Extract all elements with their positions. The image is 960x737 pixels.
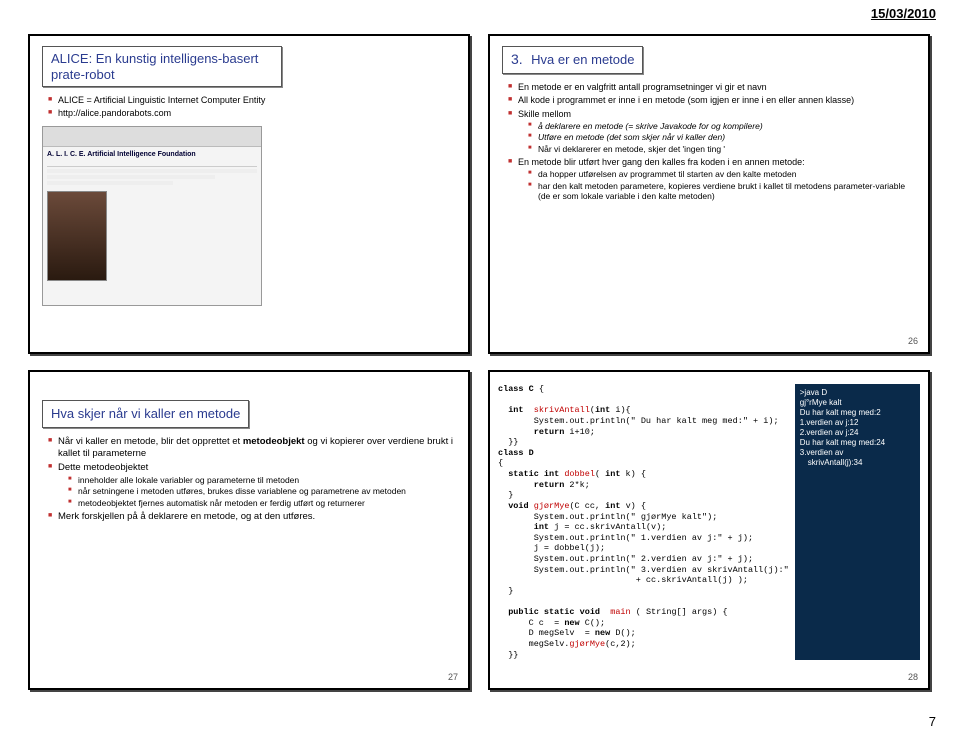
slide-title: Hva er en metode (531, 52, 634, 67)
out-line: gj°rMye kalt (800, 398, 915, 408)
bullet: All kode i programmet er inne i en metod… (508, 95, 916, 106)
code-area: class C { int skrivAntall(int i){ System… (498, 384, 920, 660)
slides-grid: ALICE: En kunstig intelligens-basert pra… (28, 34, 932, 690)
out-line: 3.verdien av (800, 448, 915, 458)
bullet: En metode er en valgfritt antall program… (508, 82, 916, 93)
page-date: 15/03/2010 (871, 6, 936, 21)
slide-title-box: ALICE: En kunstig intelligens-basert pra… (42, 46, 282, 87)
browser-screenshot-mock: A. L. I. C. E. Artificial Intelligence F… (42, 126, 262, 306)
out-line: 1.verdien av j:12 (800, 418, 915, 428)
avatar-image-mock (47, 191, 107, 281)
sub-bullet: metodeobjektet fjernes automatisk når me… (68, 498, 456, 509)
aif-heading: A. L. I. C. E. Artificial Intelligence F… (47, 151, 257, 159)
bullet-text: Skille mellom (518, 109, 571, 119)
slide-body: Når vi kaller en metode, blir det oppret… (42, 436, 456, 522)
out-line: skrivAntall(j):34 (800, 458, 915, 468)
sub-bullet: å deklarere en metode (= skrive Javakode… (528, 121, 916, 132)
out-line: Du har kalt meg med:2 (800, 408, 915, 418)
bullet: Merk forskjellen på å deklarere en metod… (48, 511, 456, 523)
sub-bullet: da hopper utførelsen av programmet til s… (528, 169, 916, 180)
bullet-text: Dette metodeobjektet (58, 462, 148, 473)
browser-toolbar (43, 127, 261, 147)
slide-hva-skjer: Hva skjer når vi kaller en metode Når vi… (28, 370, 470, 690)
slide-page-number: 27 (448, 672, 458, 682)
bullet: http://alice.pandorabots.com (48, 108, 456, 119)
slide-hva-er-metode: 3. Hva er en metode En metode er en valg… (488, 34, 930, 354)
bullet: Dette metodeobjektet inneholder alle lok… (48, 462, 456, 509)
sub-bullet: inneholder alle lokale variabler og para… (68, 475, 456, 486)
slide-number: 3. (511, 51, 523, 67)
out-line: 2.verdien av j:24 (800, 428, 915, 438)
bullet: En metode blir utført hver gang den kall… (508, 157, 916, 202)
bullet: Skille mellom å deklarere en metode (= s… (508, 109, 916, 155)
slide-page-number: 28 (908, 672, 918, 682)
bullet: Når vi kaller en metode, blir det oppret… (48, 436, 456, 460)
slide-body: En metode er en valgfritt antall program… (502, 82, 916, 202)
sub-bullet: Utføre en metode (det som skjer når vi k… (528, 132, 916, 143)
out-line: Du har kalt meg med:24 (800, 438, 915, 448)
slide-code-example: class C { int skrivAntall(int i){ System… (488, 370, 930, 690)
bullet: ALICE = Artificial Linguistic Internet C… (48, 95, 456, 106)
bullet-text: En metode blir utført hver gang den kall… (518, 157, 805, 167)
page-number: 7 (929, 714, 936, 729)
slide-title-box: 3. Hva er en metode (502, 46, 643, 74)
slide-title: Hva skjer når vi kaller en metode (51, 406, 240, 421)
slide-title-box: Hva skjer når vi kaller en metode (42, 400, 249, 428)
slide-title: ALICE: En kunstig intelligens-basert pra… (51, 51, 273, 82)
slide-body: ALICE = Artificial Linguistic Internet C… (42, 95, 456, 120)
out-line: >java D (800, 388, 915, 398)
sub-bullet: har den kalt metoden parametere, kopiere… (528, 181, 916, 202)
program-output: >java D gj°rMye kalt Du har kalt meg med… (795, 384, 920, 660)
bullet-text: Når vi kaller en metode, blir det oppret… (58, 436, 453, 459)
sub-bullet: når setningene i metoden utføres, brukes… (68, 486, 456, 497)
code-block: class C { int skrivAntall(int i){ System… (498, 384, 789, 660)
slide-page-number: 26 (908, 336, 918, 346)
slide-alice: ALICE: En kunstig intelligens-basert pra… (28, 34, 470, 354)
sub-bullet: Når vi deklarerer en metode, skjer det '… (528, 144, 916, 155)
